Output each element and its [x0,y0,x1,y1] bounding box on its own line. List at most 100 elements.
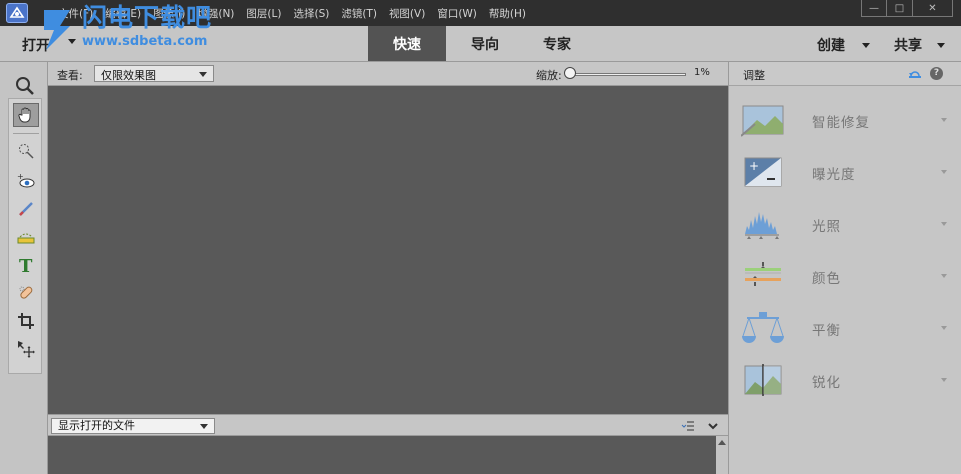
type-tool[interactable]: T [13,253,39,277]
window-controls: — □ ✕ [861,0,953,17]
menu-edit[interactable]: 编辑(E) [105,6,141,21]
balance-scale-icon [742,312,784,343]
menu-file[interactable]: 文件(F) [58,6,93,21]
chevron-down-icon[interactable] [941,274,947,278]
mode-bar: 打开 快速 导向 专家 创建 共享 [0,26,961,62]
quick-selection-tool[interactable] [13,139,39,163]
zoom-value: 1% [694,67,710,78]
view-select-value: 仅限效果图 [101,69,156,82]
tab-expert[interactable]: 专家 [518,26,596,61]
app-window: 文件(F) 编辑(E) 图像(I) 增强(N) 图层(L) 选择(S) 滤镜(T… [0,0,961,474]
eye-icon: + [17,172,35,188]
menu-layer[interactable]: 图层(L) [246,6,281,21]
chevron-down-icon[interactable] [941,326,947,330]
adjustment-sharpen[interactable]: 锐化 [729,354,961,406]
adjustments-panel: 调整 ? 智能修复 + 曝光度 光照 颜色 平衡 锐化 [728,62,961,474]
color-sliders-icon [745,262,781,286]
brush-icon [19,202,33,216]
chevron-down-icon[interactable] [941,222,947,226]
adjustment-label: 颜色 [812,271,841,287]
red-eye-tool[interactable]: + [13,169,39,193]
open-button[interactable]: 打开 [22,35,50,55]
panel-header: 调整 ? [729,62,961,86]
chevron-down-icon[interactable] [941,118,947,122]
spot-healing-tool[interactable] [13,281,39,305]
view-label: 查看: [57,69,83,82]
photo-bin [48,436,728,474]
straighten-tool[interactable] [13,225,39,249]
help-icon[interactable]: ? [930,67,943,80]
zoom-label: 缩放: [536,69,562,82]
lighting-histogram-icon [745,212,779,239]
adjustment-balance[interactable]: 平衡 [729,302,961,354]
bin-scrollbar[interactable] [716,436,728,474]
menu-enhance[interactable]: 增强(N) [197,6,234,21]
chevron-down-icon[interactable] [941,378,947,382]
tab-quick[interactable]: 快速 [368,26,446,61]
adjustment-lighting[interactable]: 光照 [729,198,961,250]
open-dropdown-icon[interactable] [68,39,76,44]
menu-bar: 文件(F) 编辑(E) 图像(I) 增强(N) 图层(L) 选择(S) 滤镜(T… [58,0,538,26]
menu-filter[interactable]: 滤镜(T) [341,6,377,21]
minimize-button[interactable]: — [861,0,887,17]
chevron-down-icon[interactable] [941,170,947,174]
adjustment-exposure[interactable]: + 曝光度 [729,146,961,198]
straighten-icon [17,233,35,244]
view-select[interactable]: 仅限效果图 [94,65,214,82]
type-icon: T [19,256,33,275]
tool-separator [13,133,39,134]
bin-select-value: 显示打开的文件 [58,419,135,432]
bin-show-select[interactable]: 显示打开的文件 [51,418,215,434]
scroll-up-icon[interactable] [718,440,726,445]
create-button[interactable]: 创建 [817,35,845,55]
magnifier-icon [16,77,34,95]
bandage-icon [19,286,33,299]
whiten-teeth-tool[interactable] [13,197,39,221]
tool-group: + T [8,98,42,374]
image-canvas[interactable] [48,86,728,414]
reset-icon[interactable] [907,66,923,82]
adjustment-color[interactable]: 颜色 [729,250,961,302]
move-icon [18,341,35,358]
title-bar: 文件(F) 编辑(E) 图像(I) 增强(N) 图层(L) 选择(S) 滤镜(T… [0,0,961,26]
svg-text:T: T [19,256,33,275]
chevron-down-icon [200,424,208,429]
menu-help[interactable]: 帮助(H) [489,6,526,21]
zoom-tool[interactable] [12,74,38,98]
hand-icon [18,107,31,123]
adjustment-label: 曝光度 [812,167,856,183]
adjustment-label: 智能修复 [812,115,870,131]
bin-menu-icon[interactable] [681,419,695,433]
svg-text:+: + [749,159,759,173]
menu-view[interactable]: 视图(V) [389,6,425,21]
menu-window[interactable]: 窗口(W) [437,6,477,21]
photo-bin-bar: 显示打开的文件 [48,414,728,436]
adjustment-smart-fix[interactable]: 智能修复 [729,94,961,146]
adjustment-label: 锐化 [812,375,841,391]
maximize-button[interactable]: □ [887,0,913,17]
menu-select[interactable]: 选择(S) [293,6,329,21]
adjustment-label: 光照 [812,219,841,235]
tool-options-bar: 查看: 仅限效果图 缩放: 1% [48,62,728,86]
panel-title: 调整 [743,69,765,82]
app-logo-icon[interactable] [6,3,28,23]
menu-image[interactable]: 图像(I) [153,6,185,21]
chevron-down-icon[interactable] [706,419,720,433]
close-button[interactable]: ✕ [913,0,953,17]
zoom-slider[interactable] [568,73,686,76]
create-dropdown-icon[interactable] [862,43,870,48]
tab-guided[interactable]: 导向 [446,26,524,61]
toolbox: + T [0,62,48,474]
chevron-down-icon [199,72,207,77]
share-button[interactable]: 共享 [894,35,922,55]
adjustment-label: 平衡 [812,323,841,339]
smart-fix-icon [741,105,784,137]
move-tool[interactable] [13,337,39,361]
hand-tool[interactable] [13,103,39,127]
crop-tool[interactable] [13,309,39,333]
crop-icon [18,313,34,329]
sharpen-icon [744,364,782,396]
exposure-icon: + [744,157,782,187]
zoom-slider-thumb[interactable] [564,67,576,79]
share-dropdown-icon[interactable] [937,43,945,48]
